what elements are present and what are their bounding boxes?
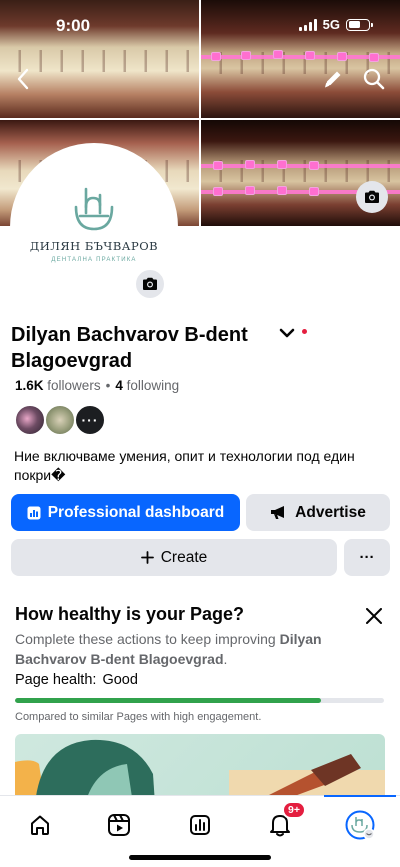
home-indicator (129, 855, 271, 860)
professional-dashboard-label: Professional dashboard (47, 503, 225, 521)
edit-button[interactable] (316, 62, 350, 96)
follower-avatar[interactable] (14, 404, 46, 436)
camera-icon (143, 277, 157, 290)
nav-video[interactable] (99, 805, 139, 845)
more-options-button[interactable]: ··· (344, 539, 390, 576)
logo-subtext: ДЕНТАЛНА ПРАКТИКА (51, 257, 137, 263)
page-stats: 1.6K followers • 4 following (15, 378, 179, 393)
battery-icon (346, 18, 373, 31)
active-tab-indicator (324, 795, 396, 797)
illustration-image (15, 739, 385, 804)
close-icon (366, 608, 382, 624)
video-icon (108, 814, 130, 836)
edit-cover-button[interactable] (356, 181, 388, 213)
dashboard-icon (27, 506, 41, 519)
chevron-left-icon (17, 68, 29, 90)
following-link[interactable]: 4 following (115, 378, 179, 393)
create-button[interactable]: Create (11, 539, 337, 576)
megaphone-icon (271, 506, 285, 519)
signal-icon (298, 18, 317, 31)
search-button[interactable] (357, 62, 391, 96)
profile-avatar-icon (345, 810, 375, 840)
followers-link[interactable]: 1.6K followers (15, 378, 101, 393)
back-button[interactable] (6, 62, 40, 96)
logo-mark-icon (74, 187, 114, 231)
description-end: . (223, 651, 228, 667)
follower-avatars[interactable]: ··· (14, 404, 106, 436)
stats-separator: • (105, 378, 111, 393)
followers-count: 1.6K (15, 378, 44, 393)
more-options-label: ··· (359, 549, 375, 566)
switch-profile-button[interactable] (276, 322, 298, 344)
professional-dashboard-button[interactable]: Professional dashboard (11, 494, 240, 531)
close-health-card-button[interactable] (360, 602, 388, 630)
status-indicators: 5G (298, 17, 373, 32)
page-health-progress-fill (15, 698, 322, 703)
nav-profile[interactable] (340, 805, 380, 845)
advertise-button[interactable]: Advertise (246, 494, 390, 531)
nav-notifications[interactable]: 9+ (260, 801, 306, 845)
page-health-note: Compared to similar Pages with high enga… (15, 711, 262, 723)
status-time: 9:00 (56, 16, 91, 35)
page-health-value: Good (102, 672, 138, 688)
page-health-progress (15, 698, 384, 703)
nav-home[interactable] (20, 805, 60, 845)
notifications-badge: 9+ (282, 801, 306, 819)
page-health-description: Complete these actions to keep improving… (15, 629, 385, 669)
page-health-title: How healthy is your Page? (15, 604, 245, 624)
following-label: following (126, 378, 180, 393)
description-text: Complete these actions to keep improving (15, 631, 280, 647)
notification-dot (302, 329, 307, 334)
search-icon (363, 68, 385, 90)
page-health-label: Page health: (15, 672, 97, 688)
edit-profile-picture-button[interactable] (134, 268, 166, 300)
camera-icon (365, 190, 379, 203)
follower-avatar[interactable] (44, 404, 76, 436)
followers-label: followers (47, 378, 101, 393)
create-label: Create (160, 548, 208, 566)
dashboard-icon (190, 815, 210, 835)
home-icon (31, 815, 49, 835)
promo-illustration[interactable] (15, 734, 385, 804)
page-bio[interactable]: Ние включваме умения, опит и технологии … (14, 447, 386, 485)
pencil-icon (325, 71, 341, 88)
nav-dashboard[interactable] (180, 805, 220, 845)
logo-text: ДИЛЯН БЪЧВАРОВ (29, 239, 159, 253)
page-name: Dilyan Bachvarov B-dent Blagoevgrad (11, 324, 248, 372)
advertise-label: Advertise (295, 503, 366, 521)
status-bar: 9:00 5G (0, 0, 400, 54)
page-health-status: Page health: Good (15, 672, 138, 688)
network-label: 5G (322, 17, 340, 32)
plus-icon (140, 551, 154, 564)
following-count: 4 (115, 378, 123, 393)
more-followers-button[interactable]: ··· (74, 404, 106, 436)
chevron-down-icon (279, 328, 295, 338)
